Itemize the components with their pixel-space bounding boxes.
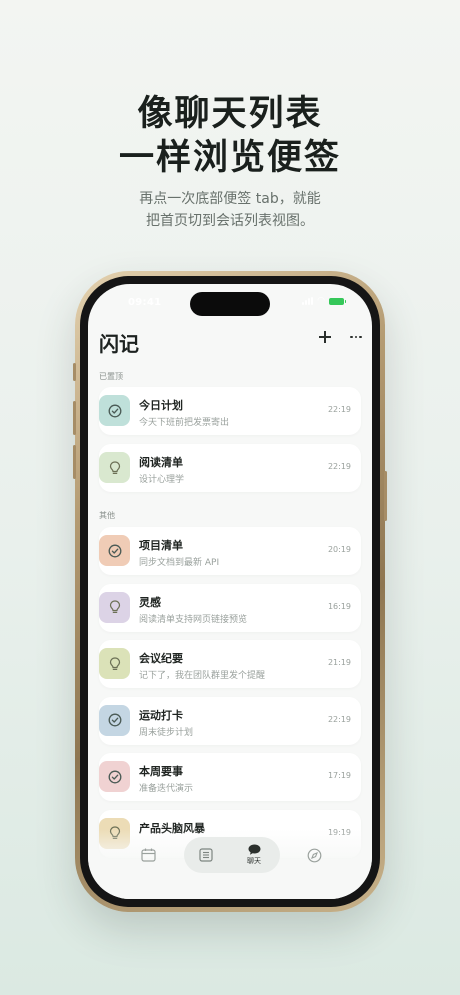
note-time: 22:19 [327, 714, 351, 724]
hero-title-line-2: 一样浏览便签 [118, 138, 341, 178]
note-card[interactable]: 今日计划今天下班前把发票寄出 22:19 [99, 387, 361, 435]
hero-title: 像聊天列表 一样浏览便签 [0, 92, 460, 180]
battery-icon [329, 297, 346, 305]
header-actions [318, 330, 362, 344]
note-preview: 记下了，我在团队群里发个提醒 [139, 671, 266, 681]
tab-chat[interactable]: 聊天 [238, 837, 270, 873]
note-preview: 准备迭代演示 [139, 784, 194, 794]
note-preview: 阅读清单支持网页链接预览 [139, 614, 248, 625]
note-icon-tile [99, 761, 130, 792]
phone-frame: 09:41 ◠ 闪记 已置顶 今日计划 今天下班前把发票寄出 22:19 阅读清单 设计… [73, 271, 387, 912]
note-time: 20:19 [327, 545, 351, 554]
add-note-icon[interactable] [318, 330, 332, 344]
check-circle-icon [108, 713, 121, 727]
check-circle-icon [108, 544, 121, 557]
section-label-pinned: 已置顶 [99, 372, 123, 381]
note-icon-tile [99, 648, 130, 679]
note-card[interactable]: 本周要事准备迭代演示 17:19 [99, 753, 361, 801]
calendar-icon [140, 848, 156, 862]
tab-calendar[interactable] [132, 837, 164, 873]
note-title: 今日计划 [139, 399, 183, 412]
note-card[interactable]: 运动打卡周末徒步计划 22:19 [99, 696, 361, 745]
bottom-tab-bar: 聊天 [88, 837, 372, 877]
tab-notes[interactable] [190, 837, 222, 873]
section-label-other: 其他 [99, 511, 115, 520]
check-circle-icon [108, 770, 121, 783]
note-preview: 设计心理学 [139, 475, 185, 485]
hero-title-line-1: 像聊天列表 [137, 94, 323, 134]
hero-subtitle: 再点一次底部便签 tab，就能 把首页切到会话列表视图。 [0, 188, 460, 232]
chat-bubble-icon [248, 844, 260, 855]
note-title: 本周要事 [139, 765, 183, 778]
more-options-icon[interactable] [350, 330, 362, 344]
phone-silent-switch [73, 363, 76, 381]
note-preview: 今天下班前把发票寄出 [139, 418, 230, 428]
note-preview: 周末徒步计划 [139, 727, 194, 738]
phone-volume-up [73, 401, 76, 435]
note-title: 运动打卡 [139, 708, 183, 722]
note-icon-tile [99, 535, 130, 566]
app-title: 闪记 [99, 332, 139, 356]
note-card[interactable]: 阅读清单设计心理学 22:19 [99, 444, 361, 492]
check-circle-icon [108, 404, 121, 417]
notes-list-icon [199, 848, 213, 862]
note-time: 21:19 [327, 658, 351, 667]
note-time: 22:19 [327, 462, 351, 471]
compass-icon [307, 848, 321, 862]
note-title: 会议纪要 [139, 652, 183, 665]
note-time: 17:19 [327, 771, 351, 780]
note-time: 16:19 [327, 601, 351, 611]
lightbulb-icon [109, 656, 120, 670]
note-icon-tile [99, 704, 130, 736]
note-preview: 同步文档到最新 API [139, 558, 220, 568]
note-card[interactable]: 项目清单同步文档到最新 API 20:19 [99, 527, 361, 575]
signal-icon [302, 297, 314, 305]
status-icons: ◠ [302, 296, 346, 306]
wifi-icon: ◠ [317, 296, 325, 306]
lightbulb-icon [109, 600, 120, 613]
note-title: 灵感 [139, 595, 161, 609]
note-title: 项目清单 [139, 539, 183, 552]
tab-discover[interactable] [298, 837, 330, 873]
note-card[interactable]: 灵感阅读清单支持网页链接预览 16:19 [99, 583, 361, 632]
note-icon-tile [99, 395, 130, 426]
note-card[interactable]: 会议纪要记下了，我在团队群里发个提醒 21:19 [99, 640, 361, 688]
note-title: 阅读清单 [139, 456, 183, 469]
tab-chat-label: 聊天 [247, 857, 261, 865]
note-time: 22:19 [327, 405, 351, 414]
status-time: 09:41 [128, 297, 162, 308]
dynamic-island [190, 292, 270, 316]
phone-volume-down [73, 445, 76, 479]
phone-screen: 09:41 ◠ 闪记 已置顶 今日计划 今天下班前把发票寄出 22:19 阅读清单 设计… [88, 284, 372, 899]
hero-subtitle-line-2: 把首页切到会话列表视图。 [146, 213, 314, 229]
note-icon-tile [99, 591, 130, 623]
hero-subtitle-line-1: 再点一次底部便签 tab，就能 [139, 191, 321, 207]
lightbulb-icon [109, 460, 120, 474]
phone-power-button [384, 471, 387, 521]
note-icon-tile [99, 452, 130, 483]
